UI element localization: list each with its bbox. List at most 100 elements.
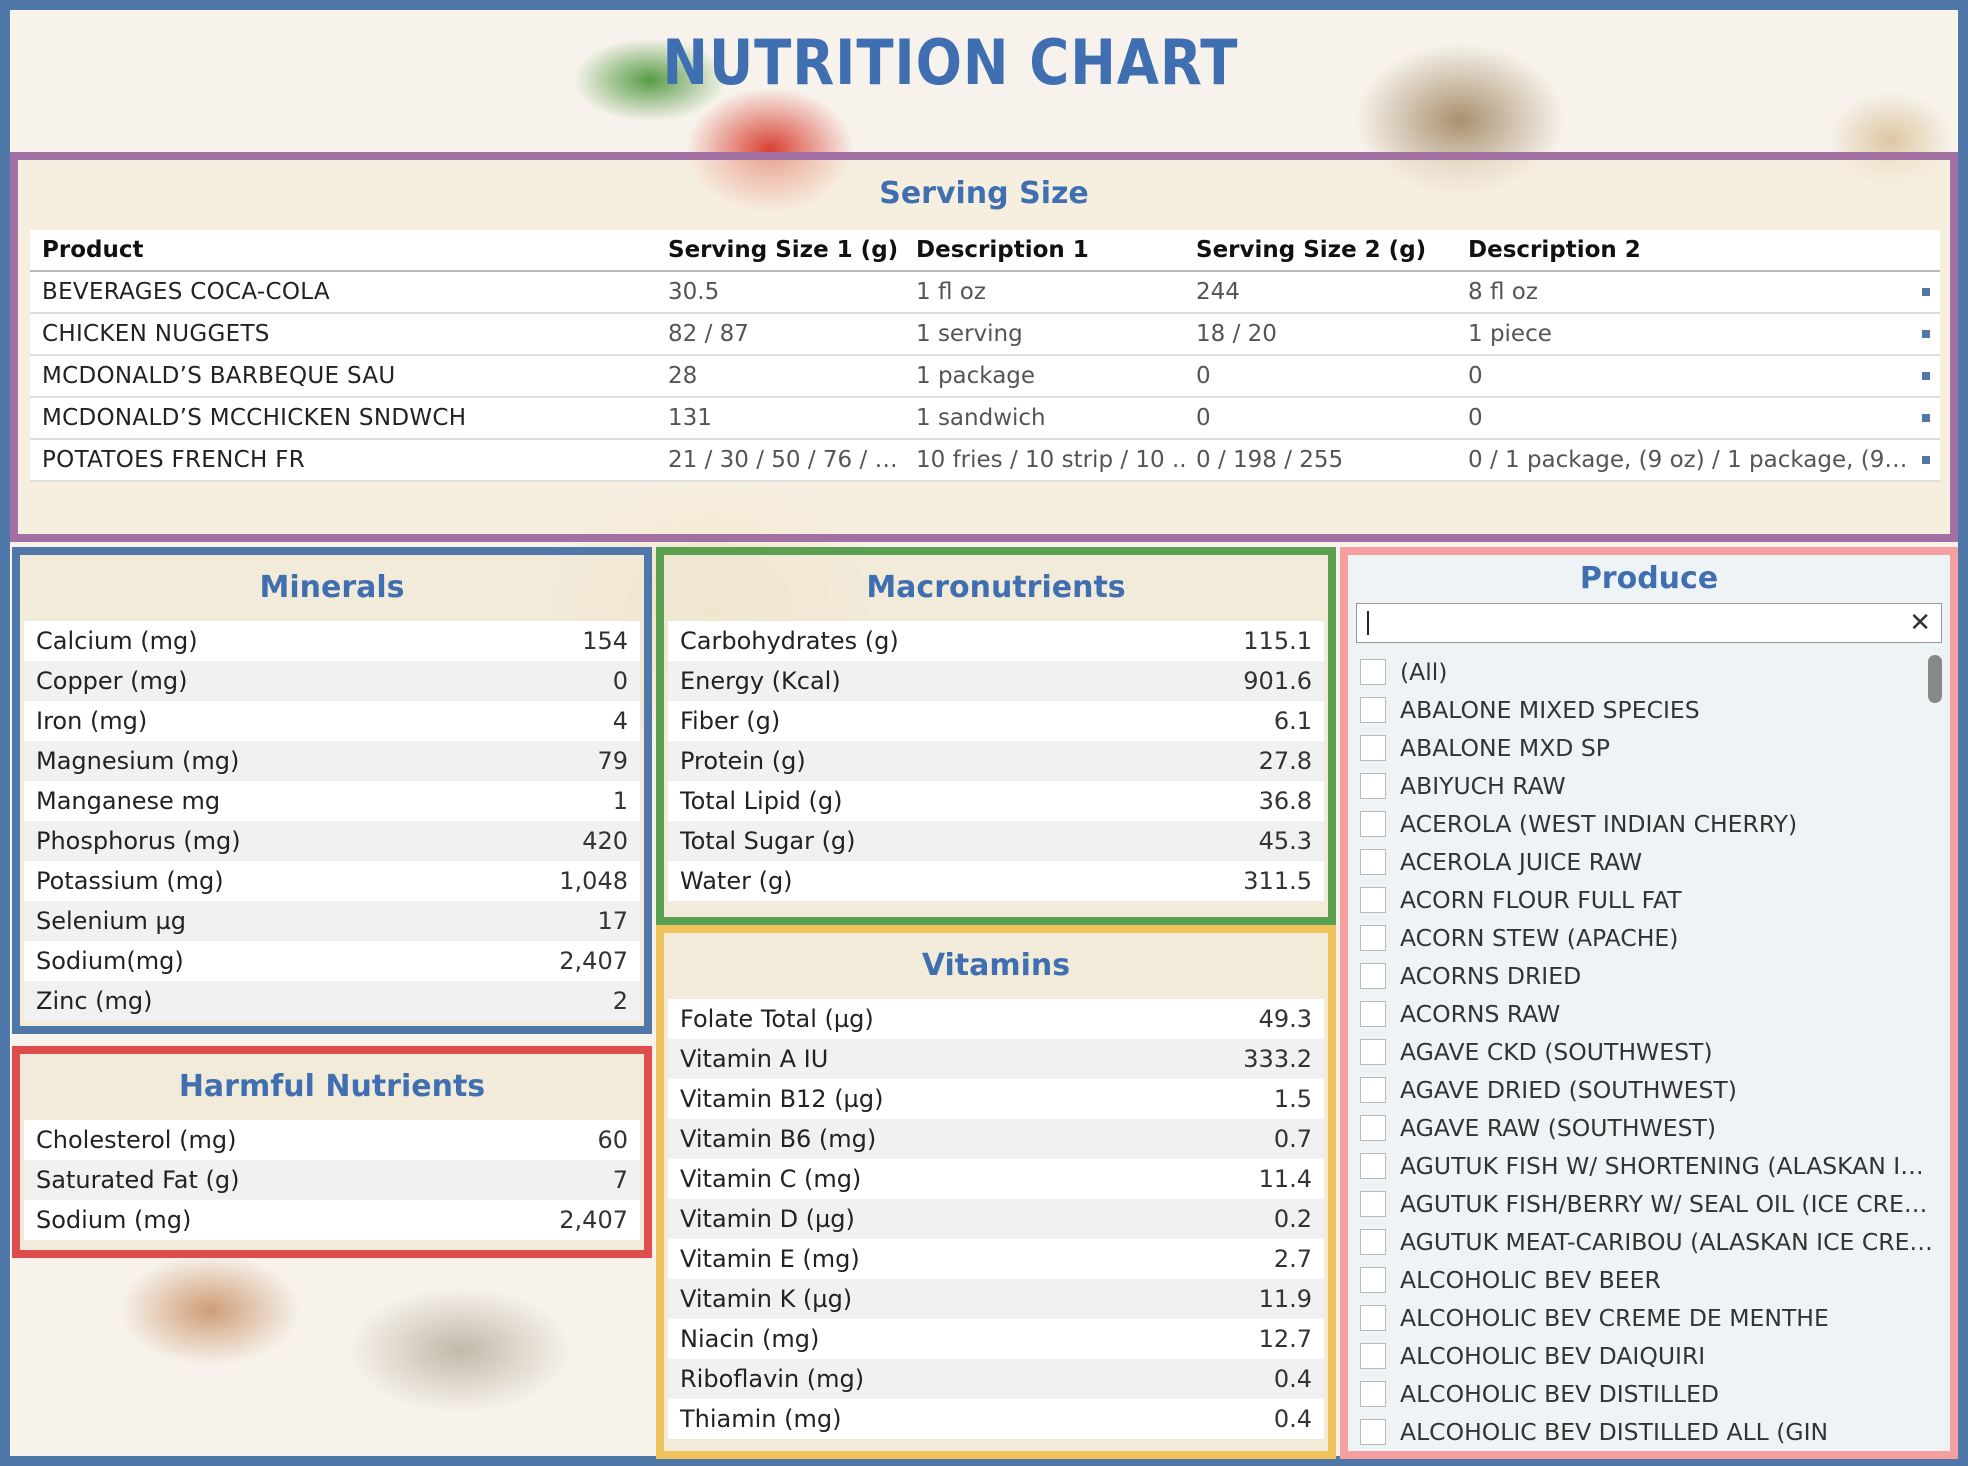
checkbox[interactable]	[1360, 773, 1386, 799]
produce-checkbox-item[interactable]: ALCOHOLIC BEV DISTILLED	[1356, 1375, 1936, 1413]
list-item[interactable]: Thiamin (mg) 0.4	[668, 1399, 1324, 1439]
list-item[interactable]: Potassium (mg) 1,048	[24, 861, 640, 901]
item-label: Phosphorus (mg)	[36, 827, 241, 855]
checkbox[interactable]	[1360, 1419, 1386, 1445]
produce-checkbox-item[interactable]: ACORNS DRIED	[1356, 957, 1936, 995]
column-header[interactable]: Serving Size 2 (g)	[1196, 237, 1468, 263]
checkbox[interactable]	[1360, 735, 1386, 761]
list-item[interactable]: Carbohydrates (g) 115.1	[668, 621, 1324, 661]
produce-checkbox-item[interactable]: ACORN STEW (APACHE)	[1356, 919, 1936, 957]
list-item[interactable]: Niacin (mg) 12.7	[668, 1319, 1324, 1359]
checkbox-label: AGAVE CKD (SOUTHWEST)	[1400, 1038, 1713, 1066]
table-row[interactable]: CHICKEN NUGGETS 82 / 87 1 serving 18 / 2…	[30, 314, 1940, 356]
close-icon[interactable]: ✕	[1909, 608, 1931, 638]
list-item[interactable]: Calcium (mg) 154	[24, 621, 640, 661]
column-header[interactable]: Description 1	[916, 237, 1196, 263]
list-item[interactable]: Copper (mg) 0	[24, 661, 640, 701]
list-item[interactable]: Iron (mg) 4	[24, 701, 640, 741]
produce-checkbox-item[interactable]: ALCOHOLIC BEV DISTILLED ALL (GIN	[1356, 1413, 1936, 1451]
serving-size-title: Serving Size	[879, 176, 1089, 211]
list-item[interactable]: Water (g) 311.5	[668, 861, 1324, 901]
produce-checkbox-item[interactable]: ABALONE MIXED SPECIES	[1356, 691, 1936, 729]
table-row[interactable]: MCDONALD’S BARBEQUE SAU 28 1 package 0 0	[30, 356, 1940, 398]
checkbox[interactable]	[1360, 1039, 1386, 1065]
checkbox[interactable]	[1360, 1077, 1386, 1103]
produce-checkbox-item[interactable]: AGUTUK MEAT-CARIBOU (ALASKAN ICE CREA...	[1356, 1223, 1936, 1261]
checkbox[interactable]	[1360, 887, 1386, 913]
item-label: Copper (mg)	[36, 667, 188, 695]
list-item[interactable]: Zinc (mg) 2	[24, 981, 640, 1021]
produce-checkbox-item[interactable]: AGAVE DRIED (SOUTHWEST)	[1356, 1071, 1936, 1109]
produce-checkbox-item[interactable]: ALCOHOLIC BEV DAIQUIRI	[1356, 1337, 1936, 1375]
checkbox[interactable]	[1360, 849, 1386, 875]
checkbox[interactable]	[1360, 963, 1386, 989]
list-item[interactable]: Phosphorus (mg) 420	[24, 821, 640, 861]
column-header[interactable]: Serving Size 1 (g)	[668, 237, 916, 263]
produce-checkbox-item[interactable]: ACORN FLOUR FULL FAT	[1356, 881, 1936, 919]
checkbox[interactable]	[1360, 1343, 1386, 1369]
scrollbar-thumb[interactable]	[1928, 655, 1942, 703]
checkbox[interactable]	[1360, 1001, 1386, 1027]
list-item[interactable]: Magnesium (mg) 79	[24, 741, 640, 781]
list-item[interactable]: Vitamin C (mg) 11.4	[668, 1159, 1324, 1199]
table-cell: 82 / 87	[668, 321, 749, 347]
column-header[interactable]: Product	[30, 237, 668, 263]
checkbox[interactable]	[1360, 925, 1386, 951]
list-item[interactable]: Fiber (g) 6.1	[668, 701, 1324, 741]
list-item[interactable]: Cholesterol (mg) 60	[24, 1120, 640, 1160]
list-item[interactable]: Vitamin E (mg) 2.7	[668, 1239, 1324, 1279]
table-row[interactable]: POTATOES FRENCH FR 21 / 30 / 50 / 76 / 8…	[30, 440, 1940, 482]
text-cursor	[1367, 611, 1369, 635]
page-title: NUTRITION CHART	[662, 26, 1239, 99]
checkbox[interactable]	[1360, 1381, 1386, 1407]
column-header[interactable]: Description 2	[1468, 237, 1920, 263]
list-item[interactable]: Vitamin D (µg) 0.2	[668, 1199, 1324, 1239]
produce-search-input[interactable]: ✕	[1356, 603, 1942, 643]
checkbox[interactable]	[1360, 811, 1386, 837]
produce-checkbox-item[interactable]: ALCOHOLIC BEV BEER	[1356, 1261, 1936, 1299]
list-item[interactable]: Energy (Kcal) 901.6	[668, 661, 1324, 701]
list-item[interactable]: Vitamin K (µg) 11.9	[668, 1279, 1324, 1319]
produce-checkbox-item[interactable]: ABIYUCH RAW	[1356, 767, 1936, 805]
table-cell: 0	[1468, 405, 1483, 431]
produce-checkbox-item[interactable]: ACORNS RAW	[1356, 995, 1936, 1033]
list-item[interactable]: Total Lipid (g) 36.8	[668, 781, 1324, 821]
list-item[interactable]: Total Sugar (g) 45.3	[668, 821, 1324, 861]
checkbox[interactable]	[1360, 1191, 1386, 1217]
list-item[interactable]: Folate Total (µg) 49.3	[668, 999, 1324, 1039]
table-cell: 0 / 198 / 255	[1196, 447, 1344, 473]
table-row[interactable]: BEVERAGES COCA-COLA 30.5 1 fl oz 244 8 f…	[30, 272, 1940, 314]
list-item[interactable]: Vitamin B6 (mg) 0.7	[668, 1119, 1324, 1159]
list-item[interactable]: Sodium(mg) 2,407	[24, 941, 640, 981]
list-item[interactable]: Protein (g) 27.8	[668, 741, 1324, 781]
checkbox[interactable]	[1360, 659, 1386, 685]
checkbox[interactable]	[1360, 1305, 1386, 1331]
list-item[interactable]: Sodium (mg) 2,407	[24, 1200, 640, 1240]
checkbox-label: ABALONE MIXED SPECIES	[1400, 696, 1700, 724]
list-item[interactable]: Saturated Fat (g) 7	[24, 1160, 640, 1200]
list-item[interactable]: Vitamin A IU 333.2	[668, 1039, 1324, 1079]
produce-checkbox-item[interactable]: AGUTUK FISH/BERRY W/ SEAL OIL (ICE CREA.…	[1356, 1185, 1936, 1223]
produce-checkbox-item[interactable]: ALCOHOLIC BEV CREME DE MENTHE	[1356, 1299, 1936, 1337]
checkbox[interactable]	[1360, 1267, 1386, 1293]
checkbox[interactable]	[1360, 1153, 1386, 1179]
table-row[interactable]: MCDONALD’S MCCHICKEN SNDWCH 131 1 sandwi…	[30, 398, 1940, 440]
checkbox[interactable]	[1360, 1115, 1386, 1141]
list-item[interactable]: Selenium µg 17	[24, 901, 640, 941]
list-item[interactable]: Riboflavin (mg) 0.4	[668, 1359, 1324, 1399]
produce-checkbox-item[interactable]: AGAVE RAW (SOUTHWEST)	[1356, 1109, 1936, 1147]
produce-checkbox-item[interactable]: AGAVE CKD (SOUTHWEST)	[1356, 1033, 1936, 1071]
checkbox[interactable]	[1360, 697, 1386, 723]
produce-checkbox-item[interactable]: ACEROLA JUICE RAW	[1356, 843, 1936, 881]
list-item[interactable]: Manganese mg 1	[24, 781, 640, 821]
produce-checkbox-item[interactable]: ACEROLA (WEST INDIAN CHERRY)	[1356, 805, 1936, 843]
produce-checkbox-item[interactable]: ABALONE MXD SP	[1356, 729, 1936, 767]
table-cell: 1 serving	[916, 321, 1023, 347]
checkbox[interactable]	[1360, 1229, 1386, 1255]
table-cell: 18 / 20	[1196, 321, 1277, 347]
produce-checkbox-item[interactable]: (All)	[1356, 653, 1936, 691]
item-label: Sodium(mg)	[36, 947, 184, 975]
produce-checkbox-item[interactable]: AGUTUK FISH W/ SHORTENING (ALASKAN ICE .…	[1356, 1147, 1936, 1185]
item-label: Potassium (mg)	[36, 867, 224, 895]
list-item[interactable]: Vitamin B12 (µg) 1.5	[668, 1079, 1324, 1119]
